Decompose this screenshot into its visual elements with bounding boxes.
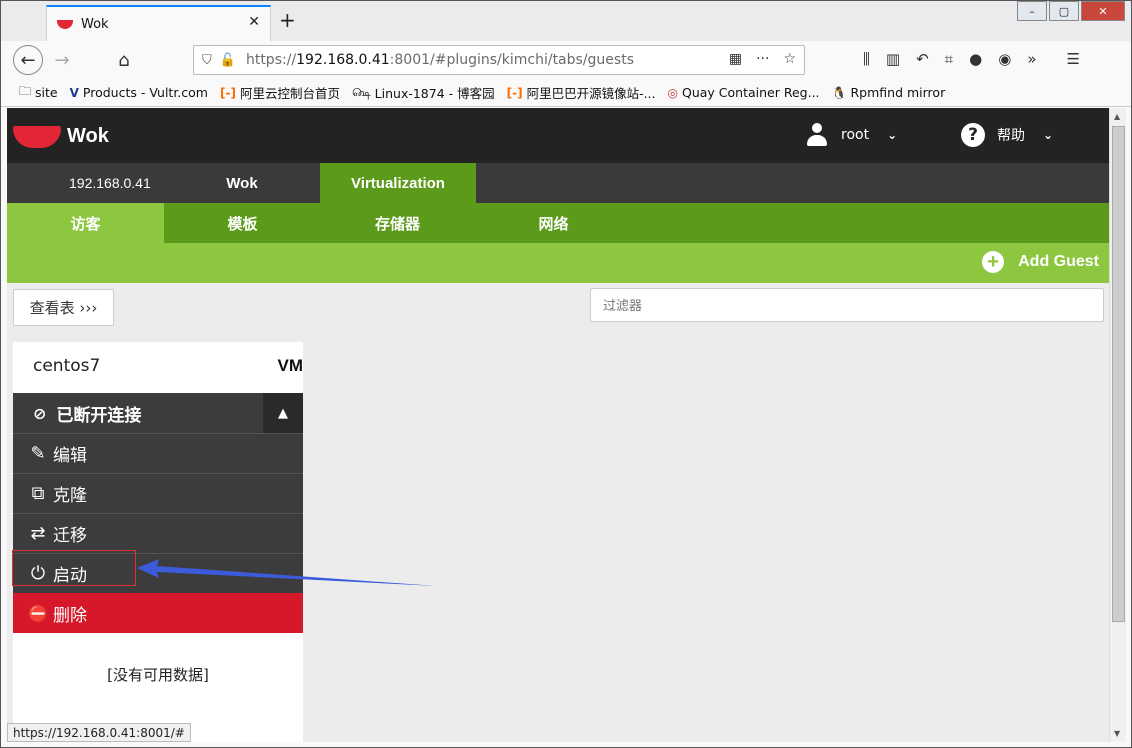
browser-tab[interactable]: Wok ✕ (46, 5, 271, 41)
annotation-highlight-box (12, 550, 136, 586)
vultr-icon: V (69, 85, 79, 100)
guest-state-toggle[interactable]: ⊘ 已断开连接 ▲ (13, 393, 303, 433)
tab-guests[interactable]: 访客 (7, 203, 164, 243)
menu-icon[interactable]: ☰ (1067, 50, 1080, 68)
folder-icon: 🗀 (19, 84, 32, 98)
help-icon: ? (961, 123, 985, 147)
scroll-up-icon[interactable]: ▲ (1114, 112, 1120, 121)
chevron-down-icon: ⌄ (1043, 128, 1054, 142)
sub-tabs: 访客 模板 存储器 网络 (7, 203, 1109, 243)
wok-logo[interactable]: Wok (13, 125, 109, 148)
user-menu[interactable]: root ⌄ (807, 123, 897, 147)
delete-button[interactable]: ⛔ 删除 (13, 593, 303, 633)
wok-logo-icon (13, 125, 61, 148)
sidebar-icon[interactable]: ▥ (886, 50, 900, 68)
overflow-icon[interactable]: » (1027, 50, 1036, 68)
bookmark-item[interactable]: [-] 阿里巴巴开源镜像站-... (507, 83, 656, 102)
bookmark-item[interactable]: 🐧 Rpmfind mirror (832, 85, 946, 100)
app-header: Wok root ⌄ ? 帮助 ⌄ (7, 108, 1109, 163)
toolbar-right: ⫼ ▥ ↶ ⌗ ● ◉ » ☰ (863, 50, 1080, 68)
migrate-button[interactable]: ⇄ 迁移 (13, 513, 303, 553)
url-text: https://192.168.0.41:8001/#plugins/kimch… (245, 52, 634, 68)
guest-name: centos7 (33, 356, 101, 376)
account-icon[interactable]: ◉ (998, 50, 1011, 68)
forward-button[interactable]: → (47, 45, 77, 75)
chevron-up-icon[interactable]: ▲ (263, 393, 303, 433)
host-tabs: 192.168.0.41 Wok Virtualization (7, 163, 1109, 203)
bookmark-item[interactable]: V Products - Vultr.com (70, 85, 208, 100)
page-content: Wok root ⌄ ? 帮助 ⌄ 192.168.0.41 Wok Virtu… (7, 108, 1109, 742)
aliyun-icon: [-] (506, 85, 523, 100)
page-scrollbar[interactable]: ▲ ▼ (1109, 108, 1126, 742)
scroll-down-icon[interactable]: ▼ (1114, 729, 1120, 738)
bookmark-item[interactable]: [-] 阿里云控制台首页 (220, 83, 340, 102)
scroll-thumb[interactable] (1112, 126, 1125, 622)
maximize-button[interactable]: ▢ (1049, 1, 1079, 21)
status-url: https://192.168.0.41:8001/# (7, 723, 191, 742)
back-button[interactable]: ← (13, 45, 43, 75)
tab-title: Wok (81, 16, 109, 32)
window-controls: – ▢ ✕ (1015, 1, 1125, 21)
no-data-message: [没有可用数据] (107, 666, 209, 684)
action-bar: + Add Guest (7, 243, 1109, 283)
annotation-arrow (137, 559, 437, 586)
url-bar[interactable]: ⛉ 🔓 https://192.168.0.41:8001/#plugins/k… (193, 45, 805, 75)
page-actions-icon[interactable]: ··· (756, 51, 769, 67)
plus-circle-icon: + (982, 251, 1005, 273)
bookmark-item[interactable]: 🗀 site (19, 82, 58, 103)
nav-bar: ← → ⌂ ⛉ 🔓 https://192.168.0.41:8001/#plu… (1, 41, 1131, 79)
exchange-icon: ⇄ (30, 523, 46, 544)
browser-window: Wok ✕ + – ▢ ✕ ← → ⌂ ⛉ 🔓 https://192.168.… (0, 0, 1132, 748)
shield-icon[interactable]: ⛉ (202, 53, 212, 68)
qr-code-icon[interactable]: ▦ (729, 51, 742, 67)
tab-wok[interactable]: Wok (167, 163, 317, 203)
ban-icon: ⊘ (33, 403, 47, 423)
tab-network[interactable]: 网络 (475, 203, 632, 243)
tab-virtualization[interactable]: Virtualization (320, 163, 476, 203)
aliyun-icon: [-] (219, 85, 236, 100)
tux-icon: 🐧 (831, 85, 847, 100)
filter-input[interactable] (590, 288, 1104, 322)
tab-storage[interactable]: 存储器 (319, 203, 476, 243)
clone-button[interactable]: ⧉ 克隆 (13, 473, 303, 513)
bookmark-star-icon[interactable]: ☆ (783, 51, 796, 67)
wok-favicon-icon (57, 19, 73, 29)
user-icon (807, 123, 827, 147)
edit-button[interactable]: ✎ 编辑 (13, 433, 303, 473)
crop-icon[interactable]: ⌗ (945, 50, 953, 68)
guest-action-menu: ⊘ 已断开连接 ▲ ✎ 编辑 ⧉ 克隆 ⇄ 迁移 ⏻ 启动 ⛔ 删除 (13, 393, 303, 633)
guest-card: centos7 VM ⊘ 已断开连接 ▲ ✎ 编辑 ⧉ 克隆 ⇄ 迁移 ⏻ 启动… (13, 342, 303, 742)
minus-circle-icon: ⛔ (28, 603, 48, 623)
close-window-button[interactable]: ✕ (1081, 1, 1125, 21)
linux-icon: ௸ (351, 84, 371, 99)
minimize-button[interactable]: – (1017, 1, 1047, 21)
bookmarks-bar: 🗀 site V Products - Vultr.com [-] 阿里云控制台首页 … (1, 79, 1131, 107)
clone-icon: ⧉ (31, 483, 45, 504)
tab-templates[interactable]: 模板 (164, 203, 321, 243)
pencil-icon: ✎ (30, 443, 46, 464)
undo-icon[interactable]: ↶ (916, 50, 929, 68)
new-tab-icon[interactable]: + (279, 8, 296, 32)
guest-type: VM (277, 356, 304, 375)
bookmark-item[interactable]: ◎ Quay Container Reg... (668, 85, 820, 100)
tab-strip: Wok ✕ + – ▢ ✕ (1, 1, 1131, 41)
add-guest-button[interactable]: + Add Guest (982, 251, 1099, 273)
lock-warning-icon[interactable]: 🔓 (220, 53, 236, 68)
home-icon[interactable]: ⌂ (109, 45, 139, 75)
url-actions: ▦ ··· ☆ (729, 51, 796, 67)
extension-icon[interactable]: ● (969, 50, 982, 68)
bookmark-item[interactable]: ௸ Linux-1874 - 博客园 (352, 83, 495, 102)
library-icon[interactable]: ⫼ (863, 50, 870, 68)
chevron-down-icon: ⌄ (887, 128, 898, 142)
help-menu[interactable]: ? 帮助 ⌄ (961, 123, 1053, 147)
view-table-button[interactable]: 查看表 ››› (13, 289, 114, 326)
quay-icon: ◎ (667, 85, 678, 100)
close-tab-icon[interactable]: ✕ (248, 14, 260, 30)
